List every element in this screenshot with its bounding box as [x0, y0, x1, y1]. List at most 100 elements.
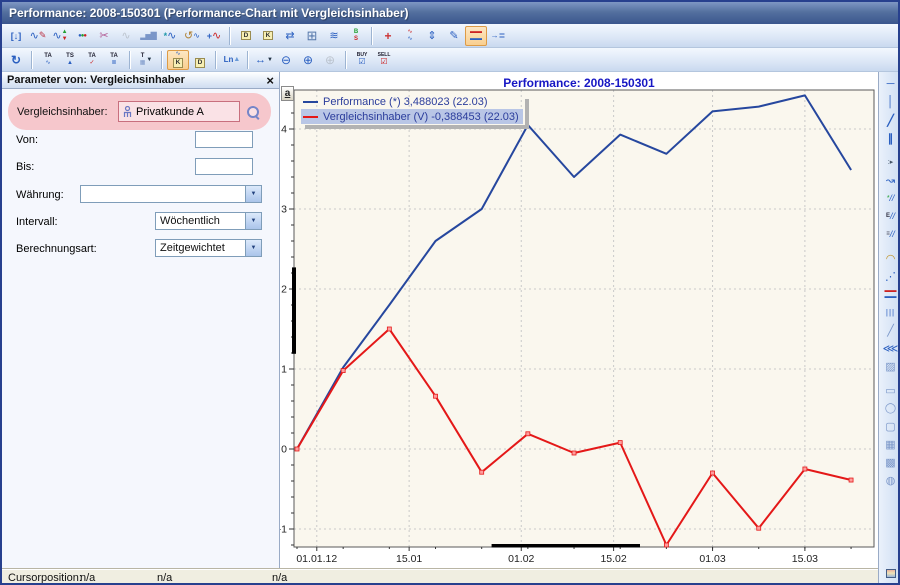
svg-text:3: 3 [281, 204, 287, 216]
legend-icon[interactable]: ▬▬▬▬ [465, 26, 487, 46]
ta-table-icon[interactable]: TA≣ [103, 50, 125, 70]
buy-marks-icon[interactable]: BUY☑ [351, 50, 373, 70]
template-grid-icon[interactable]: T▦▼ [135, 50, 157, 70]
cut-icon[interactable]: ✂ [93, 26, 115, 46]
crosshatch-tool-icon[interactable]: ▨ [881, 357, 900, 375]
draw-trend-icon[interactable]: ✎ [443, 26, 465, 46]
crosshair-icon[interactable]: + [377, 26, 399, 46]
chart-history-icon[interactable]: ↺∿ [181, 26, 203, 46]
data-table-icon[interactable]: →≣ [487, 26, 509, 46]
zoom-out-icon[interactable]: ⊖ [275, 50, 297, 70]
portfolio-nodes-icon[interactable]: ●●● [71, 26, 93, 46]
toolbar-separator [345, 51, 347, 69]
performance-chart[interactable]: 43210-101.01.1215.0101.0215.0201.0315.03 [280, 72, 878, 569]
fan-green-tool-icon[interactable]: *// [881, 189, 900, 207]
berechnungsart-value: Zeitgewichtet [156, 242, 245, 254]
insert-series-icon[interactable]: [↓] [5, 26, 27, 46]
fibonacci-arcs-tool-icon[interactable]: ◠ [881, 249, 900, 267]
swap-series-icon[interactable]: ⇄ [279, 26, 301, 46]
overlay-lines-icon[interactable]: ≋ [323, 26, 345, 46]
filled-rect-tool-icon[interactable]: ▦ [881, 435, 900, 453]
search-icon[interactable] [247, 106, 259, 118]
rounded-rect-tool-icon[interactable]: ▢ [881, 417, 900, 435]
refresh-icon[interactable]: ↻ [5, 50, 27, 70]
cursorposition-label: Cursorposition: [8, 572, 82, 584]
compare-lines-icon[interactable]: ∿∿ [399, 26, 421, 46]
ts-chart-icon[interactable]: TS▲ [59, 50, 81, 70]
svg-text:01.01.12: 01.01.12 [296, 553, 337, 565]
panel-close-button[interactable]: × [266, 75, 274, 86]
chart-updown-icon[interactable]: ∿▲▼ [49, 26, 71, 46]
intervall-select[interactable]: Wöchentlich ▼ [155, 212, 262, 230]
intervall-value: Wöchentlich [156, 215, 245, 227]
legend-entry-performance[interactable]: Performance (*) 3,488023 (22.03) [301, 94, 523, 109]
svg-text:0: 0 [281, 444, 287, 456]
svg-text:15.03: 15.03 [792, 553, 818, 565]
waehrung-select[interactable]: ▼ [80, 185, 262, 203]
vergleichsinhaber-row: Vergleichsinhaber: Privatkunde A [8, 93, 271, 130]
ta-edit-icon[interactable]: TA✓ [81, 50, 103, 70]
filled-rounded-rect-tool-icon[interactable]: ▩ [881, 453, 900, 471]
zoom-in-icon[interactable]: ⊕ [297, 50, 319, 70]
chevron-down-icon[interactable]: ▼ [245, 240, 261, 256]
svg-text:2: 2 [281, 284, 287, 296]
buy-sell-hexagon-icon[interactable]: BS [345, 26, 367, 46]
vergleichsinhaber-label: Vergleichsinhaber: [17, 106, 111, 118]
parallel-lines-tool-icon[interactable]: ∥ [881, 129, 900, 147]
ta-run-icon[interactable]: TA∿ [37, 50, 59, 70]
cursorposition-value-3: n/a [272, 572, 287, 584]
chevron-down-icon[interactable]: ▼ [245, 213, 261, 229]
svg-text:01.03: 01.03 [699, 553, 725, 565]
vertical-scale-icon[interactable]: ⇕ [421, 26, 443, 46]
fibonacci-retracement-tool-icon[interactable]: ▬▬▬▬ [881, 285, 900, 303]
parameter-panel: Parameter von: Vergleichsinhaber × Vergl… [2, 72, 280, 569]
rectangle-tool-icon[interactable]: ▭ [881, 381, 900, 399]
chevron-down-icon[interactable]: ▼ [245, 186, 261, 202]
chart-edit-icon[interactable]: ∿✎ [27, 26, 49, 46]
fan-eq-tool-icon[interactable]: ≡// [881, 225, 900, 243]
berechnungsart-label: Berechnungsart: [16, 243, 97, 255]
sell-marks-icon[interactable]: SELL☑ [373, 50, 395, 70]
new-chart-icon[interactable]: *∿ [159, 26, 181, 46]
speed-lines-tool-icon[interactable]: ⋘ [881, 339, 900, 357]
zoom-previous-icon[interactable]: ⊕ [319, 50, 341, 70]
histogram-icon[interactable]: ▂▅▇ [137, 26, 159, 46]
freehand-line-tool-icon[interactable]: ↝ [881, 171, 900, 189]
grid-icon[interactable]: ⊞ [301, 26, 323, 46]
svg-text:15.02: 15.02 [600, 553, 626, 565]
fibonacci-timezones-tool-icon[interactable]: ||| [881, 303, 900, 321]
chart-add-line-icon[interactable]: +∿ [203, 26, 225, 46]
filled-ellipse-tool-icon[interactable]: ◍ [881, 471, 900, 489]
svg-text:01.02: 01.02 [508, 553, 534, 565]
kurs-chart-icon[interactable]: ∿K [167, 50, 189, 70]
toolbar-separator [129, 51, 131, 69]
fan-e-tool-icon[interactable]: E// [881, 207, 900, 225]
annotation-button[interactable]: a [281, 86, 294, 101]
svg-text:-1: -1 [280, 524, 287, 536]
bis-input[interactable] [195, 158, 253, 175]
ln-scale-icon[interactable]: Ln▲ [221, 50, 243, 70]
chart-window-icon[interactable]: K [257, 26, 279, 46]
app-window: Performance: 2008-150301 (Performance-Ch… [0, 0, 900, 585]
vergleichsinhaber-field[interactable]: Privatkunde A [118, 101, 240, 122]
horizontal-line-tool-icon[interactable]: ─ [881, 75, 900, 93]
splitter-tool-icon[interactable]: :▸ [881, 153, 900, 171]
cube-3d-icon[interactable] [881, 564, 900, 582]
toolbar-separator [161, 51, 163, 69]
chart-preview-icon[interactable]: ∿ [115, 26, 137, 46]
legend-line-swatch [303, 101, 318, 103]
drawing-toolbar: ─│╱∥:▸↝*//E//≡//◠⋰▬▬▬▬|||╱⋘▨▭◯▢▦▩◍ [878, 72, 900, 585]
fibonacci-fan-tool-icon[interactable]: ⋰ [881, 267, 900, 285]
line-tool-icon[interactable]: ╱ [881, 321, 900, 339]
vertical-line-tool-icon[interactable]: │ [881, 93, 900, 111]
toolbar-separator [247, 51, 249, 69]
fit-width-icon[interactable]: ↔▼ [253, 50, 275, 70]
detail-window-icon[interactable]: D [235, 26, 257, 46]
berechnungsart-select[interactable]: Zeitgewichtet ▼ [155, 239, 262, 257]
legend-entry-vergleichsinhaber[interactable]: Vergleichsinhaber (V) -0,388453 (22.03) [301, 109, 523, 124]
trend-line-tool-icon[interactable]: ╱ [881, 111, 900, 129]
ellipse-tool-icon[interactable]: ◯ [881, 399, 900, 417]
panel-title: Parameter von: Vergleichsinhaber [7, 74, 185, 86]
von-input[interactable] [195, 131, 253, 148]
depot-chart-icon[interactable]: ‾‾D [189, 50, 211, 70]
